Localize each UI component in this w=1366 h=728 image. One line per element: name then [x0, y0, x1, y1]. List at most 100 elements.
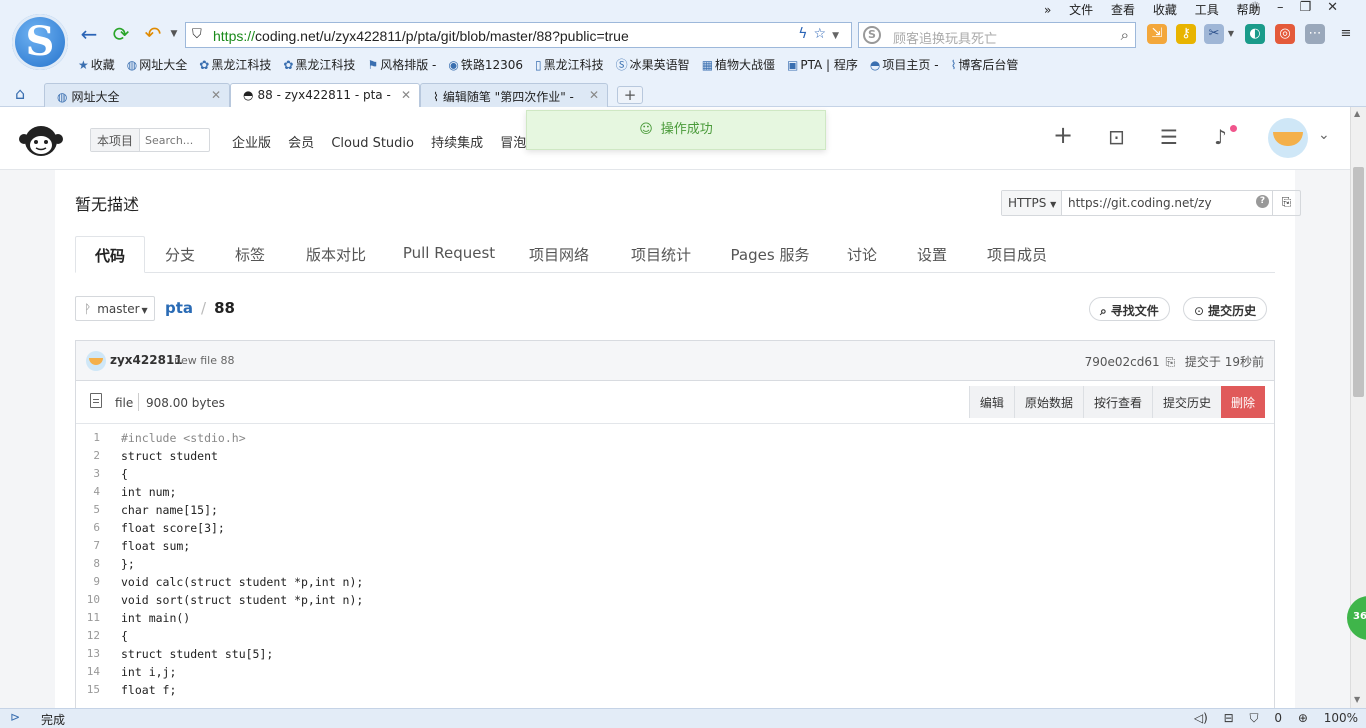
blame-button[interactable]: 按行查看 [1082, 386, 1152, 418]
volume-icon[interactable]: ◁) [1194, 711, 1208, 725]
close-icon[interactable]: ✕ [589, 88, 599, 102]
scissors-dropdown-icon[interactable]: ▼ [1224, 24, 1238, 44]
close-icon[interactable]: ✕ [401, 88, 411, 102]
tab-settings[interactable]: 设置 [911, 236, 953, 273]
bookmark-item[interactable]: ▣ PTA | 程序 [787, 56, 858, 73]
key-icon[interactable]: ⚷ [1176, 24, 1196, 44]
tab-nav-site[interactable]: ◍ 网址大全 ✕ [44, 83, 230, 107]
tab-tags[interactable]: 标签 [225, 236, 275, 273]
line-number[interactable]: 4 [76, 485, 100, 498]
terminal-icon[interactable]: ⊡ [1108, 125, 1125, 149]
line-number[interactable]: 10 [76, 593, 100, 606]
nav-cloud-studio[interactable]: Cloud Studio [331, 136, 414, 151]
menu-view[interactable]: 查看 [1111, 3, 1135, 17]
line-number[interactable]: 7 [76, 539, 100, 552]
nav-member[interactable]: 会员 [288, 136, 314, 151]
tab-pages[interactable]: Pages 服务 [727, 236, 813, 273]
search-icon[interactable]: ⌕ [1121, 26, 1129, 44]
bookmark-item[interactable]: ⚑ 风格排版 - [367, 56, 436, 73]
bell-icon[interactable]: ♪ [1214, 125, 1227, 149]
tab-stats[interactable]: 项目统计 [625, 236, 697, 273]
commit-history-button[interactable]: ⊙ 提交历史 [1183, 297, 1268, 321]
search-engine-icon[interactable]: S [863, 26, 881, 44]
chevron-down-icon[interactable]: ⌄ [1318, 127, 1330, 143]
server-icon[interactable]: ☰ [1160, 125, 1178, 149]
line-number[interactable]: 11 [76, 611, 100, 624]
close-icon[interactable]: ✕ [211, 88, 221, 102]
find-file-button[interactable]: ⌕ 寻找文件 [1089, 297, 1170, 321]
scroll-thumb[interactable] [1353, 167, 1364, 397]
skin-icon[interactable]: ♕ [1249, 0, 1277, 15]
briefcase-icon[interactable]: ⊟ [1224, 711, 1234, 725]
tab-pull-request[interactable]: Pull Request [401, 236, 497, 273]
nav-bubble[interactable]: 冒泡 [500, 136, 526, 151]
refresh-icon[interactable]: ⟳ [110, 23, 132, 45]
bookmark-item[interactable]: ◍ 网址大全 [127, 56, 188, 73]
line-number[interactable]: 12 [76, 629, 100, 642]
tab-blog-edit[interactable]: ⌇ 编辑随笔 "第四次作业" - ✕ [420, 83, 608, 107]
menu-file[interactable]: 文件 [1069, 3, 1093, 17]
nav-ci[interactable]: 持续集成 [431, 136, 483, 151]
browser-logo[interactable]: S [12, 14, 68, 70]
browser-search[interactable]: S 顾客追换玩具死亡 ⌕ [858, 22, 1136, 48]
bookmark-item[interactable]: ✿ 黑龙江科技 [283, 56, 355, 73]
plus-icon[interactable]: + [1053, 121, 1073, 149]
line-number[interactable]: 6 [76, 521, 100, 534]
menu-tools[interactable]: 工具 [1195, 3, 1219, 17]
tab-coding-file[interactable]: ◓ 88 - zyx422811 - pta - ✕ [230, 83, 420, 108]
weibo-icon[interactable]: ◎ [1275, 24, 1295, 44]
line-number[interactable]: 15 [76, 683, 100, 696]
bookmark-item[interactable]: Ⓢ 冰果英语智 [616, 56, 690, 73]
search-input[interactable] [145, 131, 207, 149]
history-button[interactable]: 提交历史 [1151, 386, 1221, 418]
zoom-icon[interactable]: ⊕ 100% [1298, 711, 1358, 725]
bookmark-item[interactable]: ✿ 黑龙江科技 [199, 56, 271, 73]
clone-url[interactable]: https://git.coding.net/zyx422811/pta.git [1068, 196, 1212, 210]
avatar[interactable] [86, 351, 106, 371]
menu-favorites[interactable]: 收藏 [1153, 3, 1177, 17]
chevron-down-icon[interactable]: ▼ [832, 31, 845, 41]
search-scope[interactable]: 本项目 [91, 129, 141, 151]
line-number[interactable]: 13 [76, 647, 100, 660]
raw-button[interactable]: 原始数据 [1013, 386, 1083, 418]
undo-icon[interactable]: ↶ [142, 23, 164, 45]
sidebar-toggle-icon[interactable]: ⊳ [10, 710, 20, 724]
menu-icon[interactable]: ≡ [1336, 24, 1356, 44]
scroll-up-icon[interactable]: ▲ [1354, 109, 1360, 118]
shield-icon[interactable]: ⛉ 0 [1250, 711, 1282, 725]
line-number[interactable]: 8 [76, 557, 100, 570]
edit-button[interactable]: 编辑 [968, 386, 1014, 418]
tab-code[interactable]: 代码 [75, 236, 145, 273]
commit-hash[interactable]: 790e02cd61 [1085, 355, 1160, 369]
tab-compare[interactable]: 版本对比 [297, 236, 375, 273]
bookmark-item[interactable]: ⌇ 博客后台管 [951, 56, 1019, 73]
tab-members[interactable]: 项目成员 [981, 236, 1053, 273]
scissors-icon[interactable]: ✂ [1204, 24, 1224, 44]
line-number[interactable]: 3 [76, 467, 100, 480]
lightning-icon[interactable]: ϟ [798, 26, 813, 42]
copy-icon[interactable]: ⎘ [1165, 355, 1175, 369]
new-tab-button[interactable]: + [617, 86, 643, 104]
bookmark-item[interactable]: ◉ 铁路12306 [448, 56, 523, 73]
download-icon[interactable]: ⇲ [1147, 24, 1167, 44]
home-icon[interactable]: ⌂ [15, 84, 25, 103]
tab-branches[interactable]: 分支 [155, 236, 205, 273]
menu-overflow[interactable]: » [1044, 3, 1051, 17]
avatar[interactable] [1268, 118, 1308, 158]
star-icon[interactable]: ☆ [814, 26, 833, 42]
close-icon[interactable]: ✕ [1327, 0, 1354, 15]
line-number[interactable]: 2 [76, 449, 100, 462]
bookmark-item[interactable]: ◓ 项目主页 - [870, 56, 939, 73]
nav-enterprise[interactable]: 企业版 [232, 136, 271, 151]
translate-icon[interactable]: ◐ [1245, 24, 1265, 44]
minimize-icon[interactable]: – [1277, 0, 1300, 15]
restore-icon[interactable]: ❐ [1299, 0, 1327, 15]
tab-discussion[interactable]: 讨论 [841, 236, 883, 273]
help-icon[interactable]: ? [1256, 195, 1269, 208]
breadcrumb-repo[interactable]: pta [165, 299, 193, 317]
back-icon[interactable]: ← [78, 23, 100, 45]
bookmark-item[interactable]: ▯ 黑龙江科技 [535, 56, 604, 73]
bookmark-item[interactable]: ★ 收藏 [78, 56, 115, 73]
bookmark-item[interactable]: ▦ 植物大战僵 [702, 56, 775, 73]
copy-icon[interactable]: ⎘ [1272, 191, 1300, 215]
